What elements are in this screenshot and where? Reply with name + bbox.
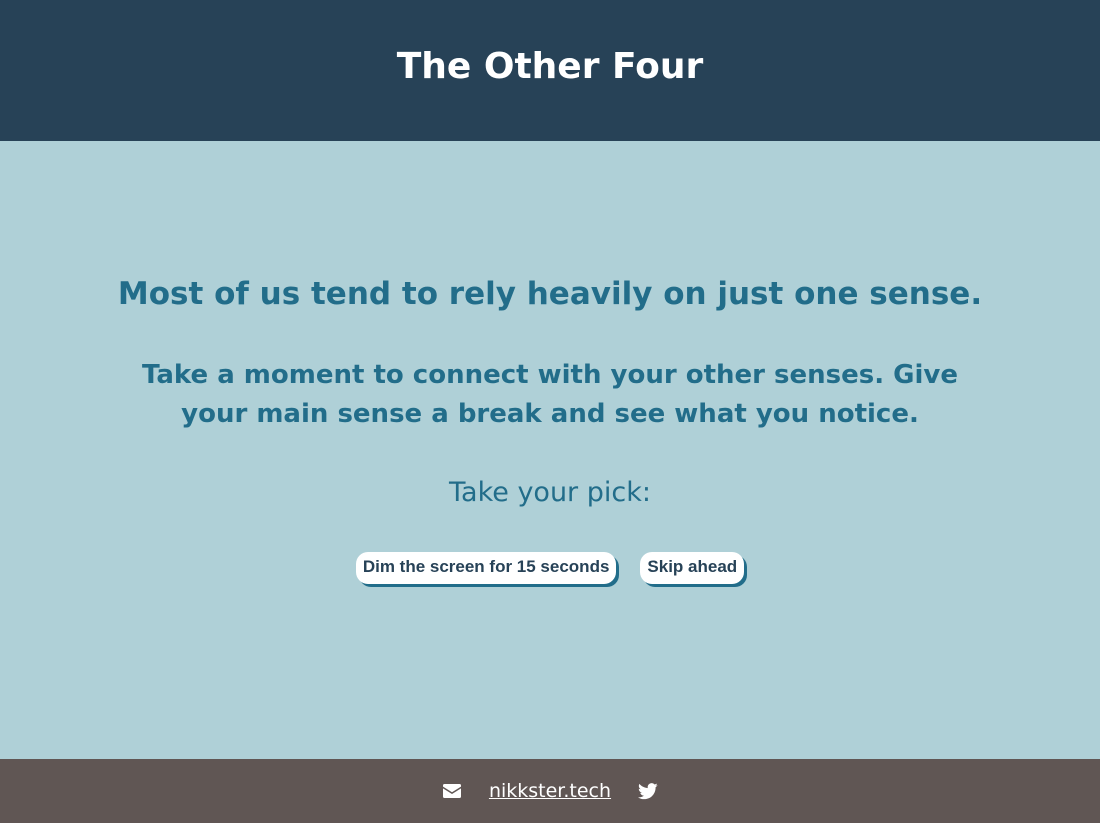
main-content: Most of us tend to rely heavily on just … xyxy=(0,141,1100,759)
pick-prompt: Take your pick: xyxy=(449,477,651,508)
site-header: The Other Four xyxy=(0,0,1100,141)
website-link[interactable]: nikkster.tech xyxy=(489,780,611,802)
sub-heading: Take a moment to connect with your other… xyxy=(141,360,959,429)
button-group: Dim the screen for 15 seconds Skip ahead xyxy=(355,552,745,584)
dim-screen-button[interactable]: Dim the screen for 15 seconds xyxy=(355,552,617,584)
lead-heading: Most of us tend to rely heavily on just … xyxy=(117,276,983,312)
page: The Other Four Most of us tend to rely h… xyxy=(0,0,1100,823)
site-footer: nikkster.tech xyxy=(0,759,1100,823)
twitter-icon[interactable] xyxy=(637,780,659,802)
site-title: The Other Four xyxy=(396,46,704,87)
envelope-icon[interactable] xyxy=(441,780,463,802)
skip-ahead-button[interactable]: Skip ahead xyxy=(640,552,745,584)
